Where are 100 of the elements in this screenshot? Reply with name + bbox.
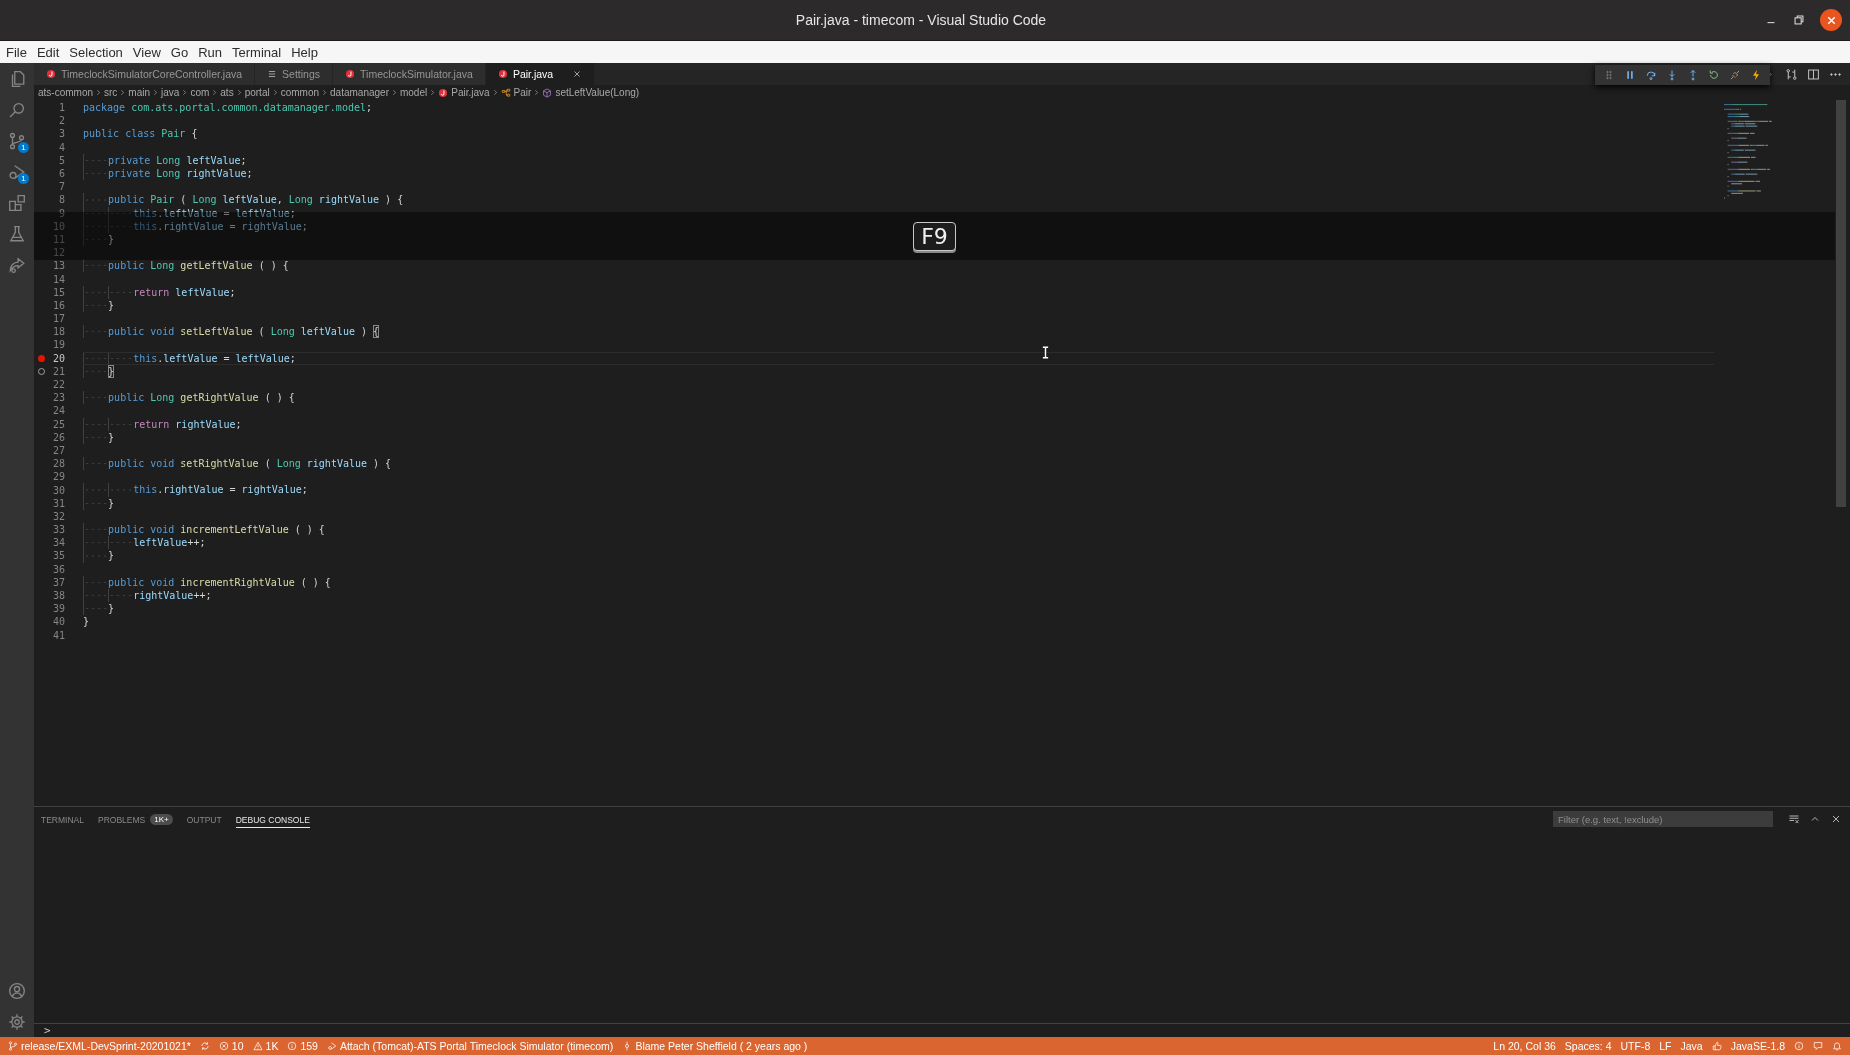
code-line: this.leftValue = leftValue; <box>83 351 1714 365</box>
info-icon[interactable] <box>287 1041 298 1051</box>
console-prompt: > <box>44 1024 51 1037</box>
breadcrumb-item[interactable]: common <box>280 87 320 98</box>
status-item[interactable]: Blame Peter Sheffield ( 2 years ago ) <box>622 1040 808 1052</box>
extensions-icon <box>8 193 26 212</box>
status-item[interactable]: Java <box>1680 1040 1703 1052</box>
menu-item[interactable]: View <box>127 42 166 62</box>
line-number: 13 <box>51 260 65 272</box>
breadcrumb-item[interactable]: Pair.java <box>451 87 490 98</box>
sync-icon[interactable] <box>199 1041 210 1051</box>
status-item[interactable]: Spaces: 4 <box>1564 1040 1612 1052</box>
panel-tab[interactable]: DEBUG CONSOLE <box>235 810 310 828</box>
code-line: this.rightValue = rightValue; <box>83 483 1714 497</box>
breadcrumb-item[interactable]: com <box>190 87 210 98</box>
menu-item[interactable]: Help <box>286 42 323 62</box>
code-line: this.leftValue = leftValue; <box>83 206 1714 220</box>
menu-item[interactable]: Edit <box>31 42 65 62</box>
editor-tab[interactable]: TimeclockSimulator.java <box>333 63 486 85</box>
menu-item[interactable]: Selection <box>64 42 128 62</box>
compare-icon[interactable] <box>1785 67 1798 81</box>
breadcrumb-item[interactable]: src <box>104 87 118 98</box>
status-item[interactable]: 10 <box>218 1040 244 1052</box>
chevron-icon <box>151 88 161 97</box>
panel-tab[interactable]: PROBLEMS 1K+ <box>98 810 173 828</box>
chevron-icon <box>118 88 128 97</box>
breakpoint-dot[interactable] <box>37 354 45 362</box>
status-item[interactable]: release/EXML-DevSprint-20201021* <box>8 1040 191 1052</box>
breadcrumb-item[interactable]: Pair <box>513 87 532 98</box>
breadcrumb-item[interactable]: ats <box>220 87 234 98</box>
breadcrumb-item[interactable]: java <box>161 87 180 98</box>
java-file-icon <box>46 69 56 79</box>
code-line: public void setRightValue ( Long rightValue ) { <box>83 457 1714 471</box>
line-number: 22 <box>51 379 65 391</box>
menu-item[interactable]: Terminal <box>227 42 287 62</box>
restore-icon[interactable] <box>1792 13 1806 27</box>
code-line: public void setLeftValue ( Long leftValue ) { <box>83 325 1714 339</box>
breadcrumb-item[interactable]: datamanager <box>330 87 389 98</box>
warning-icon[interactable] <box>252 1041 263 1051</box>
close-icon[interactable] <box>1830 813 1842 825</box>
code-line: public void incrementRightValue ( ) { <box>83 575 1714 589</box>
breadcrumb-item[interactable]: portal <box>244 87 270 98</box>
breadcrumb-item[interactable]: ats-common <box>38 87 93 98</box>
line-number: 16 <box>51 299 65 311</box>
menu-item[interactable]: File <box>1 42 32 62</box>
line-number: 36 <box>51 563 65 575</box>
line-number: 8 <box>57 194 65 206</box>
menu-item[interactable]: Go <box>165 42 194 62</box>
line-number: 4 <box>57 141 65 153</box>
branch-icon[interactable] <box>8 1041 18 1051</box>
bell-icon[interactable] <box>1832 1041 1842 1051</box>
line-number: 14 <box>51 273 65 285</box>
debug-icon[interactable] <box>326 1041 337 1051</box>
breadcrumb-item[interactable]: model <box>399 87 428 98</box>
code-line: } <box>83 496 1714 510</box>
scrollbar-thumb[interactable] <box>1836 100 1846 507</box>
split-editor-icon[interactable] <box>1807 67 1820 81</box>
close-icon[interactable] <box>572 69 583 79</box>
status-item[interactable]: 1K <box>252 1040 279 1052</box>
panel-tab[interactable]: OUTPUT <box>186 810 222 828</box>
cube-icon <box>542 87 553 98</box>
step-over-icon[interactable] <box>1645 69 1658 81</box>
line-number: 6 <box>57 168 65 180</box>
status-item[interactable]: LF <box>1659 1040 1672 1052</box>
code-line: package com.ats.portal.common.datamanager.model; <box>83 101 373 115</box>
status-item[interactable]: Ln 20, Col 36 <box>1493 1040 1556 1052</box>
java-file-icon <box>497 69 508 79</box>
line-number: 35 <box>51 550 65 562</box>
status-item[interactable]: JavaSE-1.8 <box>1730 1040 1785 1052</box>
activity-button[interactable]: 1 <box>0 125 34 156</box>
code-line: return rightValue; <box>83 417 1714 431</box>
code-line: } <box>83 602 1714 616</box>
error-icon[interactable] <box>218 1041 229 1051</box>
editor-tab[interactable]: Pair.java <box>485 63 596 85</box>
code-line: public Pair ( Long leftValue, Long rightValue ) { <box>83 193 1714 207</box>
line-number: 17 <box>51 313 65 325</box>
code-line: leftValue++; <box>83 536 1714 550</box>
status-item[interactable]: UTF-8 <box>1620 1040 1651 1052</box>
breadcrumb-item[interactable]: main <box>128 87 151 98</box>
disconnect-icon[interactable] <box>1728 69 1741 81</box>
filter-field[interactable]: Filter (e.g. text, !exclude) <box>1553 811 1773 827</box>
thumbs-up-icon[interactable] <box>1711 1041 1722 1051</box>
status-item[interactable]: Attach (Tomcat)-ATS Portal Timeclock Simulator (timecom) <box>326 1040 614 1052</box>
feedback-icon[interactable] <box>1813 1041 1823 1051</box>
clear-console-icon[interactable] <box>1788 813 1800 825</box>
restart-icon[interactable] <box>1707 69 1720 81</box>
activity-button[interactable]: 1 <box>0 156 34 187</box>
breadcrumb-item[interactable]: setLeftValue(Long) <box>555 87 640 98</box>
line-number: 21 <box>51 365 65 377</box>
code-line: } <box>83 364 1714 378</box>
search-icon <box>8 100 26 119</box>
line-number: 31 <box>51 497 65 509</box>
editor-tab[interactable]: Settings <box>255 63 334 85</box>
editor-tab[interactable]: TimeclockSimulatorCoreController.java <box>34 63 256 85</box>
class-icon <box>500 87 511 98</box>
line-number: 32 <box>51 510 65 522</box>
info-icon[interactable] <box>1794 1041 1804 1051</box>
status-item[interactable]: 159 <box>287 1040 318 1052</box>
menu-item[interactable]: Run <box>193 42 227 62</box>
panel-tab[interactable]: TERMINAL <box>41 810 84 828</box>
